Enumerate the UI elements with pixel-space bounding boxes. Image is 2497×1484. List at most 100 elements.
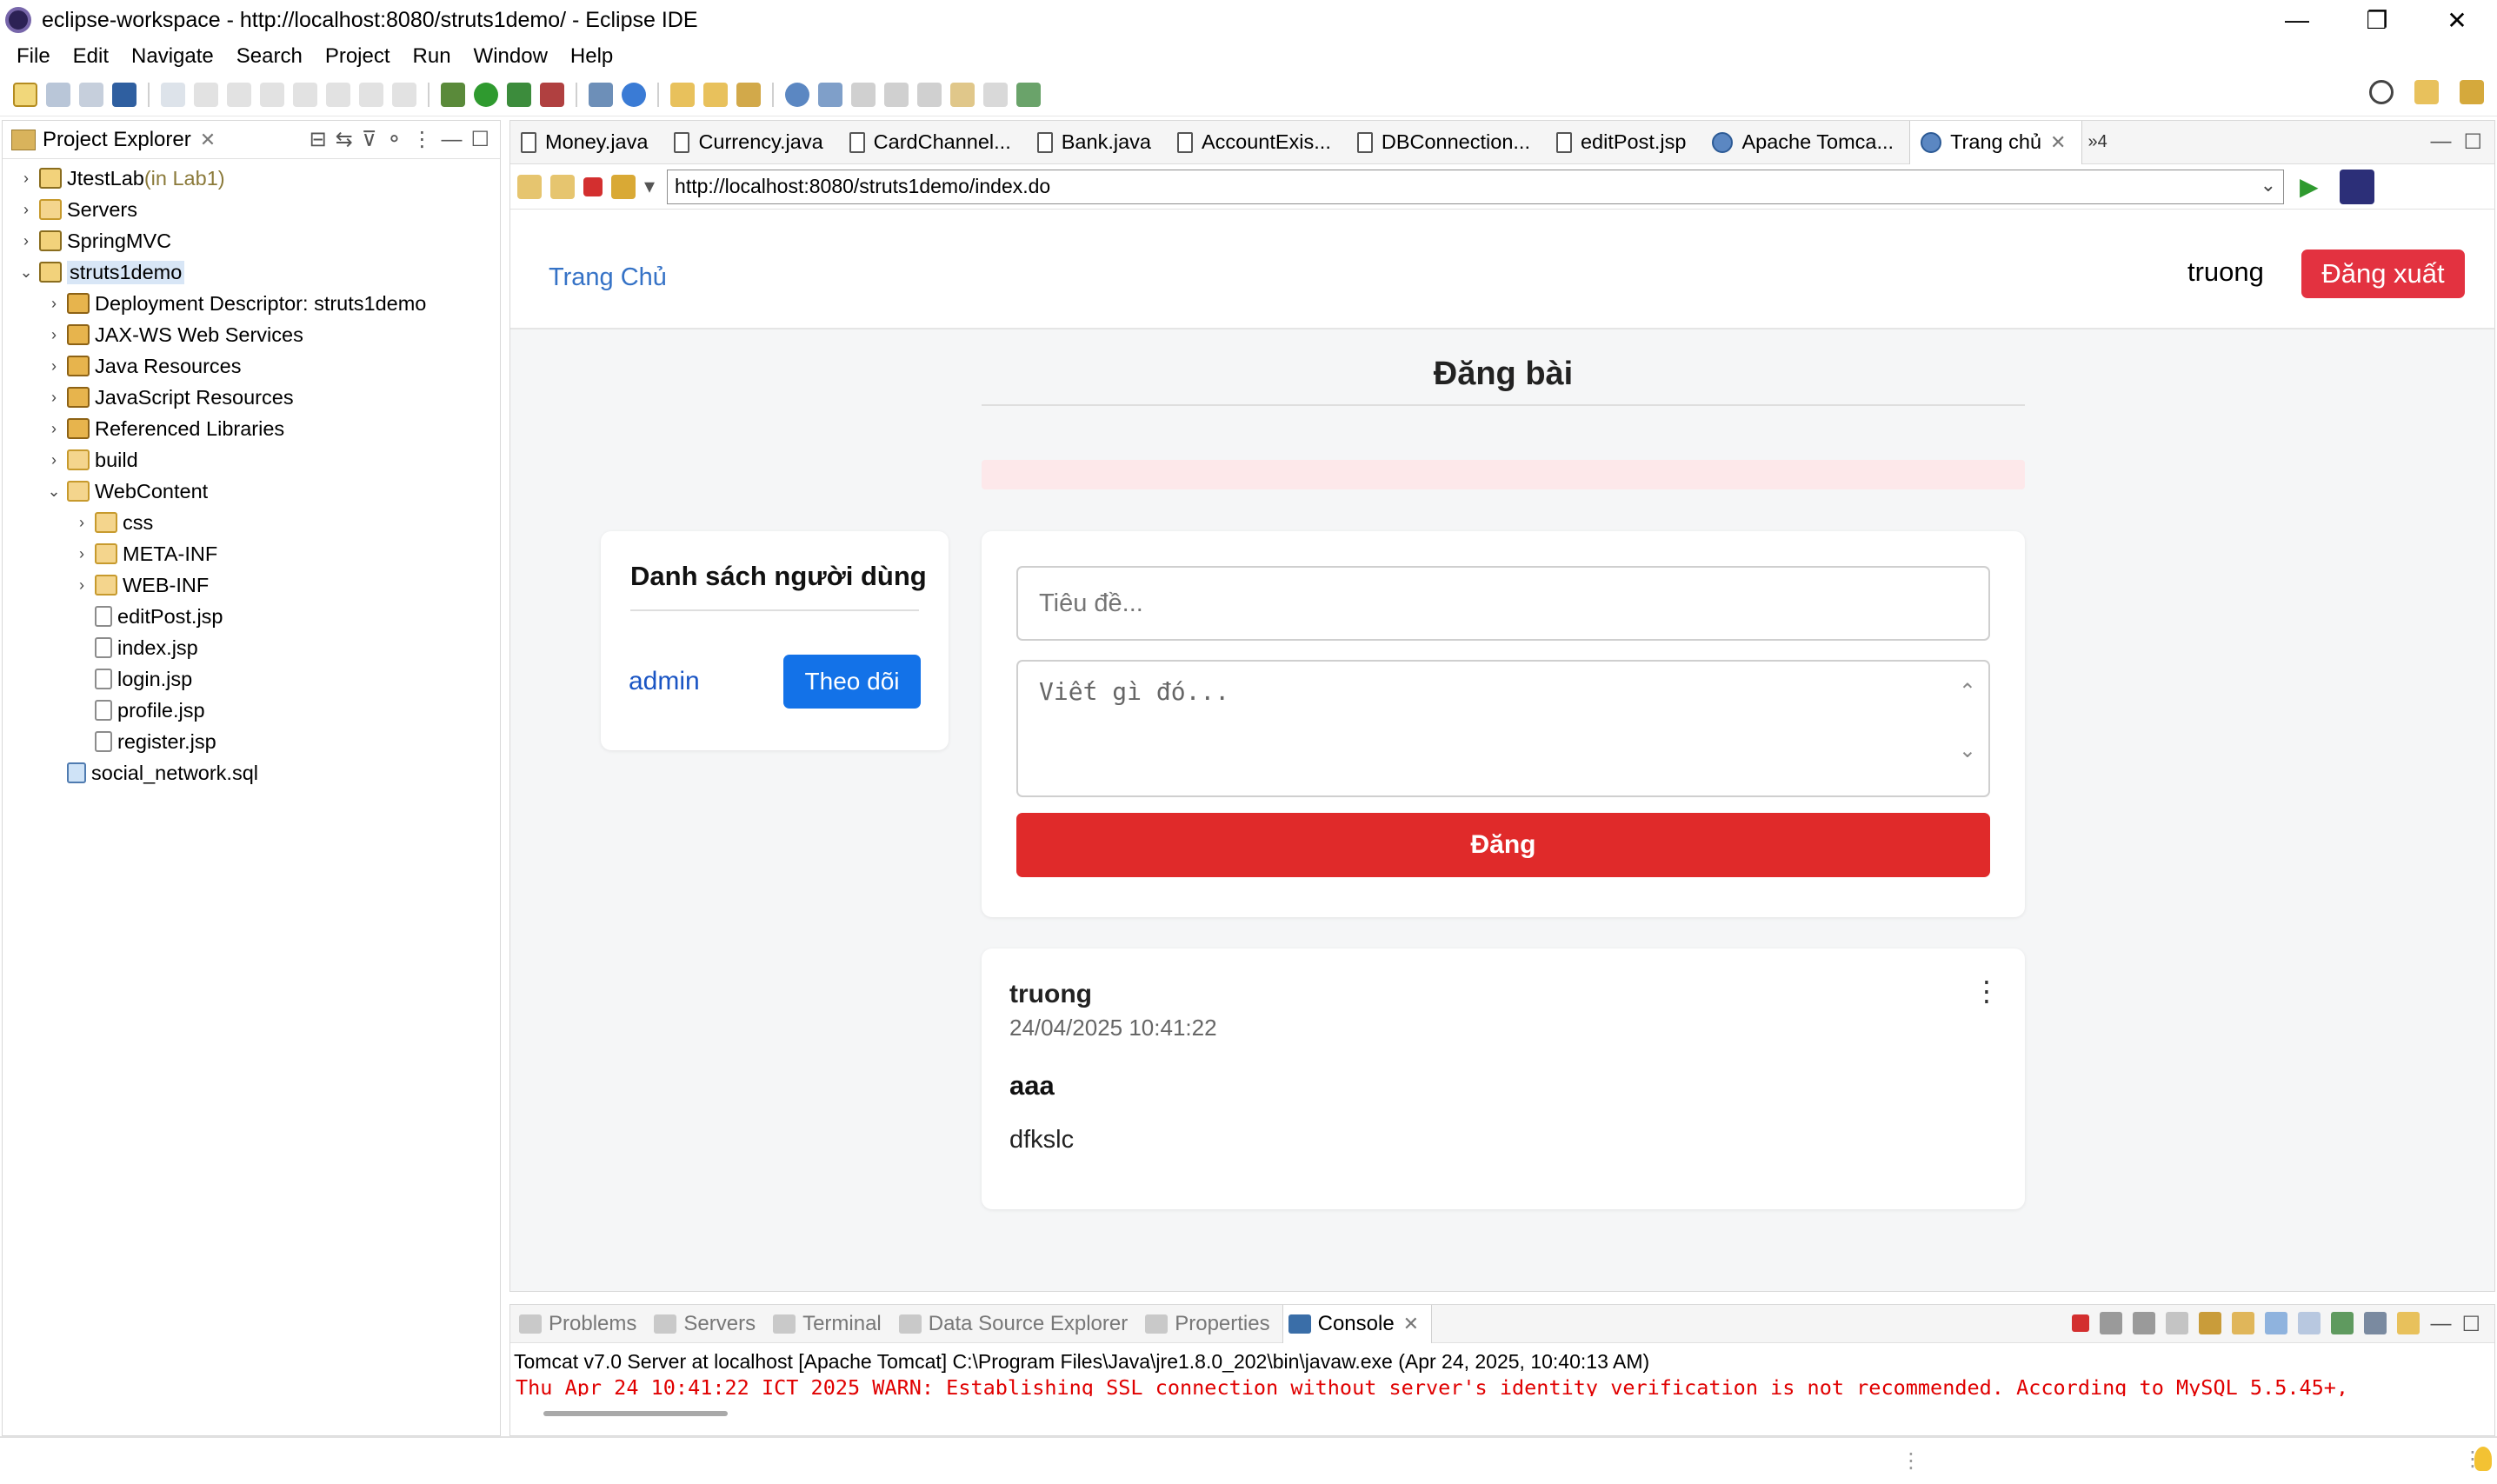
forward-arrow-icon[interactable] — [550, 174, 575, 199]
chevron-right-icon[interactable]: › — [72, 576, 91, 595]
chevron-right-icon[interactable]: › — [72, 545, 91, 563]
minimize-button[interactable]: — — [2257, 0, 2337, 40]
stop-icon[interactable] — [583, 176, 603, 196]
forward-icon[interactable] — [983, 82, 1008, 107]
focus-icon[interactable]: ⚬ — [385, 127, 403, 152]
open-console-icon[interactable] — [2397, 1312, 2420, 1334]
chevron-right-icon[interactable]: › — [44, 389, 63, 407]
tree-item[interactable]: editPost.jsp — [3, 601, 500, 632]
search-tool-icon[interactable] — [736, 82, 761, 107]
horizontal-scrollbar[interactable] — [543, 1411, 728, 1416]
post-content-textarea[interactable]: Viết gì đó... ⌃ ⌄ — [1016, 660, 1990, 797]
editor-tab[interactable]: Currency.java — [663, 121, 838, 164]
tree-item[interactable]: › JAX-WS Web Services — [3, 319, 500, 350]
tree-item[interactable]: › Servers — [3, 194, 500, 225]
tree-item[interactable]: login.jsp — [3, 663, 500, 695]
link-with-editor-icon[interactable]: ⇆ — [336, 127, 353, 152]
view-tab[interactable]: Problems — [514, 1305, 649, 1343]
word-wrap-icon[interactable] — [2232, 1312, 2255, 1334]
follow-button[interactable]: Theo dõi — [783, 655, 921, 709]
tab-overflow-indicator[interactable]: »4 — [2087, 132, 2107, 152]
editor-tab[interactable]: CardChannel... — [839, 121, 1027, 164]
url-field[interactable]: http://localhost:8080/struts1demo/index.… — [667, 169, 2285, 204]
chevron-down-icon[interactable]: ⌄ — [1959, 738, 1976, 763]
tree-item[interactable]: › css — [3, 507, 500, 538]
maximize-view-icon[interactable]: ☐ — [470, 127, 489, 152]
editor-tab[interactable]: Apache Tomca... — [1701, 121, 1909, 164]
open-perspective-icon[interactable] — [2414, 80, 2439, 104]
chevron-right-icon[interactable]: › — [17, 201, 36, 219]
logout-button[interactable]: Đăng xuất — [2301, 250, 2465, 298]
disconnect-icon[interactable] — [293, 82, 317, 107]
next-annotation-icon[interactable] — [851, 82, 876, 107]
external-tools-icon[interactable] — [540, 82, 564, 107]
prev-annotation-icon[interactable] — [884, 82, 909, 107]
tree-item[interactable]: ⌄ WebContent — [3, 476, 500, 507]
post-menu-icon[interactable]: ⋮ — [1973, 977, 2001, 1005]
tip-bulb-icon[interactable] — [2474, 1447, 2492, 1471]
menu-run[interactable]: Run — [402, 44, 463, 69]
terminate-icon[interactable] — [260, 82, 284, 107]
last-edit-icon[interactable] — [917, 82, 942, 107]
post-title-input[interactable] — [1016, 566, 1990, 641]
show-on-stdout-icon[interactable] — [2265, 1312, 2288, 1334]
pin-editor-icon[interactable] — [1016, 82, 1041, 107]
new-server-icon[interactable] — [589, 82, 613, 107]
menu-search[interactable]: Search — [225, 44, 314, 69]
chevron-down-icon[interactable]: ⌄ — [44, 482, 63, 501]
menu-help[interactable]: Help — [559, 44, 624, 69]
suspend-icon[interactable] — [227, 82, 251, 107]
tree-item[interactable]: register.jsp — [3, 726, 500, 757]
editor-tab[interactable]: AccountExis... — [1167, 121, 1347, 164]
annotation-icon[interactable] — [818, 82, 842, 107]
menu-file[interactable]: File — [5, 44, 62, 69]
editor-tab[interactable]: DBConnection... — [1347, 121, 1546, 164]
tree-item[interactable]: social_network.sql — [3, 757, 500, 789]
editor-tab[interactable]: editPost.jsp — [1546, 121, 1701, 164]
tree-item[interactable]: › Referenced Libraries — [3, 413, 500, 444]
view-tab[interactable]: Servers — [649, 1305, 768, 1343]
url-dropdown-icon[interactable]: ⌄ — [2261, 174, 2276, 196]
tree-item[interactable]: › JtestLab (in Lab1) — [3, 163, 500, 194]
tree-item[interactable]: › WEB-INF — [3, 569, 500, 601]
run-icon[interactable] — [474, 82, 498, 107]
minimize-view-icon[interactable]: — — [441, 128, 462, 152]
chevron-down-icon[interactable]: ⌄ — [17, 263, 36, 282]
maximize-view-icon[interactable]: ☐ — [2461, 1312, 2480, 1337]
java-ee-perspective-icon[interactable] — [2460, 80, 2484, 104]
chevron-right-icon[interactable]: › — [44, 326, 63, 344]
editor-tab[interactable]: Money.java — [510, 121, 663, 164]
minimize-view-icon[interactable]: — — [2430, 130, 2451, 155]
open-type-icon[interactable] — [670, 82, 695, 107]
open-task-icon[interactable] — [703, 82, 728, 107]
tree-item[interactable]: ⌄ struts1demo — [3, 256, 500, 288]
user-link-admin[interactable]: admin — [629, 667, 700, 696]
filter-icon[interactable]: ⊽ — [362, 127, 377, 152]
chevron-down-icon[interactable]: ▾ — [644, 174, 655, 199]
chevron-right-icon[interactable]: › — [44, 295, 63, 313]
post-author[interactable]: truong — [1009, 980, 1092, 1009]
chevron-right-icon[interactable]: › — [72, 514, 91, 532]
remove-all-launches-icon[interactable] — [2133, 1312, 2156, 1334]
close-icon[interactable]: ✕ — [200, 129, 216, 151]
coverage-icon[interactable] — [507, 82, 531, 107]
step-over-icon[interactable] — [359, 82, 383, 107]
menu-edit[interactable]: Edit — [62, 44, 120, 69]
scroll-lock-icon[interactable] — [2199, 1312, 2222, 1334]
save-icon[interactable] — [46, 82, 70, 107]
nav-home-link[interactable]: Trang Chủ — [549, 263, 667, 292]
view-tab[interactable]: Data Source Explorer — [894, 1305, 1140, 1343]
close-icon[interactable]: ✕ — [1403, 1313, 1419, 1335]
view-tab[interactable]: Console ✕ — [1282, 1304, 1433, 1343]
chevron-right-icon[interactable]: › — [17, 170, 36, 188]
tree-item[interactable]: › META-INF — [3, 538, 500, 569]
step-return-icon[interactable] — [392, 82, 416, 107]
display-console-icon[interactable] — [2364, 1312, 2387, 1334]
tree-item[interactable]: › Java Resources — [3, 350, 500, 382]
close-button[interactable]: ✕ — [2417, 0, 2497, 40]
view-tab[interactable]: Terminal — [768, 1305, 894, 1343]
pin-console-icon[interactable] — [2331, 1312, 2354, 1334]
show-on-stderr-icon[interactable] — [2298, 1312, 2321, 1334]
chevron-right-icon[interactable]: › — [44, 451, 63, 469]
view-menu-icon[interactable]: ⋮ — [411, 127, 432, 152]
